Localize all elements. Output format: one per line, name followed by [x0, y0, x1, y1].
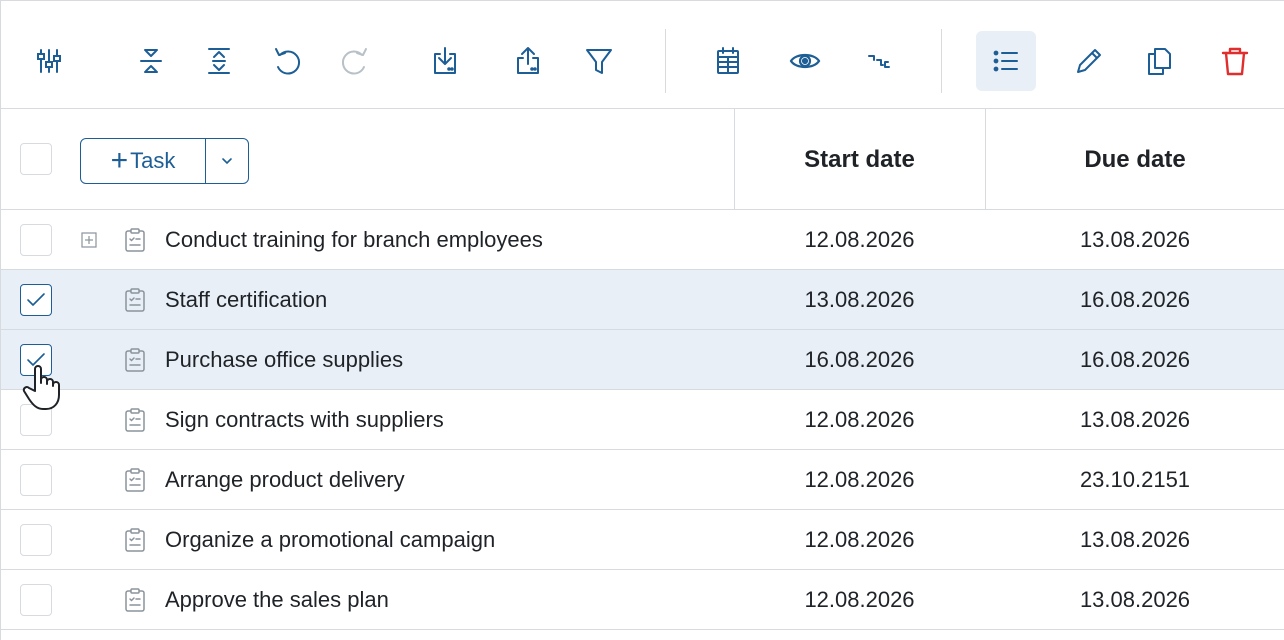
row-checkbox[interactable]	[20, 224, 52, 256]
undo-icon	[275, 48, 301, 75]
due-date-cell: 13.08.2026	[1079, 527, 1191, 552]
expand-icon	[208, 48, 230, 74]
critical-path-icon	[868, 55, 890, 68]
expand-row-icon[interactable]	[81, 232, 97, 248]
start-date-cell: 12.08.2026	[804, 527, 915, 552]
row-checkbox[interactable]	[20, 584, 52, 616]
table-row[interactable]: Sign contracts with suppliers 12.08.2026…	[1, 390, 1284, 450]
sliders-button[interactable]	[19, 31, 79, 91]
due-date-cell: 16.08.2026	[1079, 347, 1191, 372]
select-all-checkbox[interactable]	[20, 143, 52, 175]
export-button[interactable]	[498, 31, 558, 91]
add-task-button-group: + Task	[80, 138, 249, 184]
row-checkbox[interactable]	[20, 524, 52, 556]
calendar-button[interactable]	[698, 31, 758, 91]
collapse-icon	[140, 49, 162, 73]
due-date-cell: 13.08.2026	[1079, 407, 1191, 432]
table-row[interactable]: Staff certification 13.08.2026 16.08.202…	[1, 270, 1284, 330]
start-date-cell: 12.08.2026	[804, 407, 915, 432]
filter-button[interactable]	[569, 31, 629, 91]
filter-icon	[586, 49, 612, 74]
copy-button[interactable]	[1129, 31, 1189, 91]
import-button[interactable]	[415, 31, 475, 91]
chevron-down-icon	[222, 158, 232, 165]
view-button[interactable]	[775, 31, 835, 91]
task-name: Conduct training for branch employees	[165, 227, 543, 252]
task-clipboard-icon	[125, 588, 145, 612]
task-name: Sign contracts with suppliers	[165, 407, 444, 432]
sliders-icon	[37, 49, 61, 73]
list-icon	[993, 50, 1018, 72]
task-name: Organize a promotional campaign	[165, 527, 496, 552]
due-date-cell: 13.08.2026	[1079, 227, 1191, 252]
copy-icon	[1148, 48, 1171, 75]
task-name: Purchase office supplies	[165, 347, 404, 372]
toolbar-separator	[665, 29, 666, 93]
row-checkbox[interactable]	[20, 464, 52, 496]
redo-button[interactable]	[325, 31, 385, 91]
edit-button[interactable]	[1059, 31, 1119, 91]
due-date-cell: 16.08.2026	[1079, 287, 1191, 312]
critical-path-button[interactable]	[849, 31, 909, 91]
task-name: Staff certification	[165, 287, 328, 312]
task-clipboard-icon	[125, 468, 145, 492]
gantt-grid: + Task Start date Due date Conduct train…	[0, 0, 1284, 640]
collapse-all-button[interactable]	[121, 31, 181, 91]
table-row[interactable]: Approve the sales plan 12.08.2026 13.08.…	[1, 570, 1284, 630]
task-clipboard-icon	[125, 528, 145, 552]
hand-pointer-cursor-icon	[22, 365, 60, 410]
pencil-icon	[1077, 49, 1101, 73]
add-task-button[interactable]: + Task	[81, 139, 206, 183]
add-task-dropdown-button[interactable]	[206, 139, 248, 183]
table-row[interactable]: Organize a promotional campaign 12.08.20…	[1, 510, 1284, 570]
start-date-cell: 12.08.2026	[804, 587, 915, 612]
add-task-label: Task	[130, 148, 176, 173]
list-view-button[interactable]	[976, 31, 1036, 91]
redo-icon	[341, 48, 367, 75]
export-icon	[517, 47, 539, 74]
column-header-due-date[interactable]: Due date	[985, 109, 1284, 210]
trash-icon	[1221, 47, 1249, 76]
start-date-cell: 12.08.2026	[804, 227, 915, 252]
due-date-cell: 23.10.2151	[1079, 467, 1191, 492]
checkmark-icon	[27, 293, 45, 306]
task-clipboard-icon	[125, 408, 145, 432]
task-name: Approve the sales plan	[165, 587, 389, 612]
delete-button[interactable]	[1205, 31, 1265, 91]
task-clipboard-icon	[125, 228, 145, 252]
task-clipboard-icon	[125, 288, 145, 312]
plus-icon: +	[110, 144, 129, 177]
table-row[interactable]: Purchase office supplies 16.08.2026 16.0…	[1, 330, 1284, 390]
column-header-start-date[interactable]: Start date	[734, 109, 985, 210]
start-date-cell: 16.08.2026	[804, 347, 915, 372]
expand-all-button[interactable]	[189, 31, 249, 91]
grid-header: + Task Start date Due date	[1, 109, 1284, 210]
import-icon	[434, 47, 456, 74]
due-date-cell: 13.08.2026	[1079, 587, 1191, 612]
table-row[interactable]: Arrange product delivery 12.08.2026 23.1…	[1, 450, 1284, 510]
calendar-icon	[717, 47, 739, 74]
toolbar-separator	[941, 29, 942, 93]
undo-button[interactable]	[257, 31, 317, 91]
table-row[interactable]: Conduct training for branch employees 12…	[1, 210, 1284, 270]
task-name: Arrange product delivery	[165, 467, 405, 492]
eye-icon	[789, 53, 821, 69]
start-date-cell: 13.08.2026	[804, 287, 915, 312]
start-date-cell: 12.08.2026	[804, 467, 915, 492]
toolbar	[1, 1, 1284, 109]
row-checkbox[interactable]	[20, 284, 52, 316]
task-clipboard-icon	[125, 348, 145, 372]
